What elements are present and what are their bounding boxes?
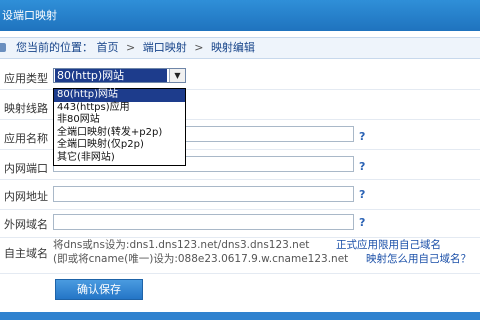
dropdown-option[interactable]: 80(http)网站 [54, 89, 185, 102]
internal-address-row: 内网地址： ? [0, 180, 480, 210]
breadcrumb-home[interactable]: 首页 [97, 41, 119, 54]
help-icon[interactable]: ? [359, 216, 365, 229]
breadcrumb-current: 映射编辑 [210, 41, 255, 54]
app-name-label: 应用名称： [0, 132, 48, 145]
internal-address-label: 内网地址： [0, 190, 48, 203]
dropdown-option[interactable]: 全端口映射(转发+p2p) [54, 127, 185, 140]
chevron-down-icon[interactable]: ▼ [169, 69, 185, 82]
internal-address-input[interactable] [53, 186, 354, 202]
dropdown-option[interactable]: 443(https)应用 [54, 102, 185, 115]
app-type-dropdown-list: 80(http)网站 443(https)应用 非80网站 全端口映射(转发+p… [53, 88, 186, 166]
page-title: 设端口映射 [2, 9, 57, 22]
external-domain-input[interactable] [53, 214, 354, 230]
bottom-bar [0, 312, 480, 320]
help-icon[interactable]: ? [359, 160, 365, 173]
mapping-line-label: 映射线路： [0, 102, 48, 115]
internal-port-label: 内网端口： [0, 162, 48, 175]
breadcrumb: 您当前的位置： 首页 > 端口映射 > 映射编辑 [0, 37, 480, 59]
external-domain-label: 外网域名： [0, 218, 48, 231]
help-icon[interactable]: ? [359, 130, 365, 143]
external-domain-row: 外网域名： ? [0, 208, 480, 238]
breadcrumb-port-mapping[interactable]: 端口映射 [143, 41, 187, 54]
own-domain-dns-info: 将dns或ns设为:dns1.dns123.net/dns3.dns123.ne… [53, 239, 310, 251]
dropdown-option[interactable]: 其它(非网站) [54, 152, 185, 165]
own-domain-howto-link[interactable]: 映射怎么用自己域名？ [366, 251, 471, 266]
app-type-select[interactable]: 80(http)网站 ▼ [53, 68, 186, 83]
own-domain-row: 自主域名： 将dns或ns设为:dns1.dns123.net/dns3.dns… [0, 236, 480, 274]
dropdown-option[interactable]: 全端口映射(仅p2p) [54, 139, 185, 152]
title-bar: 设端口映射 [0, 0, 480, 31]
own-domain-formal-link[interactable]: 正式应用限用自己域名 [336, 237, 441, 252]
save-button[interactable]: 确认保存 [55, 279, 143, 300]
breadcrumb-separator: > [126, 41, 136, 54]
breadcrumb-prefix: 您当前的位置： [16, 41, 93, 54]
home-icon [0, 43, 6, 52]
app-type-row: 应用类型： 80(http)网站 ▼ [0, 60, 480, 90]
breadcrumb-trail: 您当前的位置： 首页 > 端口映射 > 映射编辑 [16, 38, 255, 58]
app-type-label: 应用类型： [0, 72, 48, 85]
app-type-selected-value: 80(http)网站 [55, 69, 167, 82]
own-domain-label: 自主域名： [0, 247, 48, 260]
breadcrumb-separator: > [194, 41, 204, 54]
own-domain-cname-info: (即或将cname(唯一)设为:088e23.0617.9.w.cname123… [53, 253, 349, 265]
help-icon[interactable]: ? [359, 188, 365, 201]
dropdown-option[interactable]: 非80网站 [54, 114, 185, 127]
